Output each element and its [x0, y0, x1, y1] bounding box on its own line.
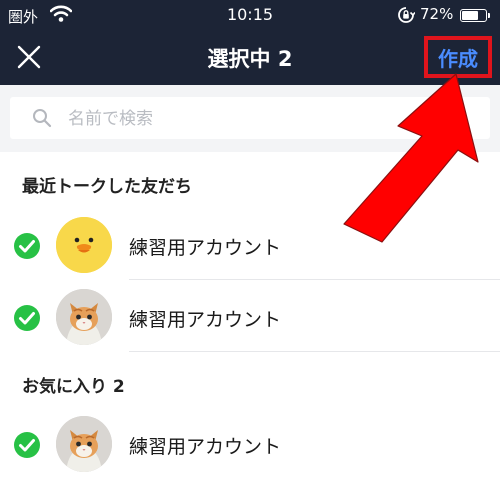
rotation-lock-icon	[397, 6, 416, 28]
search-input[interactable]	[66, 105, 470, 133]
search-box[interactable]	[10, 97, 490, 139]
friend-name: 練習用アカウント	[129, 309, 282, 331]
sally-duck-avatar	[56, 217, 112, 273]
row-divider	[129, 351, 500, 352]
row-divider	[129, 279, 500, 280]
friend-row[interactable]: 練習用アカウント	[0, 282, 500, 352]
check-icon[interactable]	[13, 232, 41, 260]
nav-bar: 選択中 2 作成	[0, 30, 500, 85]
kitten-photo-avatar	[56, 289, 112, 345]
check-icon[interactable]	[13, 304, 41, 332]
create-button-label: 作成	[438, 46, 478, 71]
create-button[interactable]: 作成	[424, 36, 492, 78]
friend-name: 練習用アカウント	[129, 237, 282, 259]
kitten-photo-avatar	[56, 416, 112, 472]
search-area	[0, 85, 500, 152]
status-bar: 圏外 10:15 72%	[0, 0, 500, 30]
section-header-recent: 最近トークした友だち	[22, 177, 192, 197]
section-header-favorites: お気に入り 2	[22, 377, 125, 397]
friend-row[interactable]: 練習用アカウント	[0, 409, 500, 479]
search-icon	[32, 108, 52, 128]
battery-icon	[460, 9, 490, 22]
friend-name: 練習用アカウント	[129, 436, 282, 458]
check-icon[interactable]	[13, 431, 41, 459]
battery-percent: 72%	[420, 5, 454, 23]
friend-row[interactable]: 練習用アカウント	[0, 210, 500, 280]
